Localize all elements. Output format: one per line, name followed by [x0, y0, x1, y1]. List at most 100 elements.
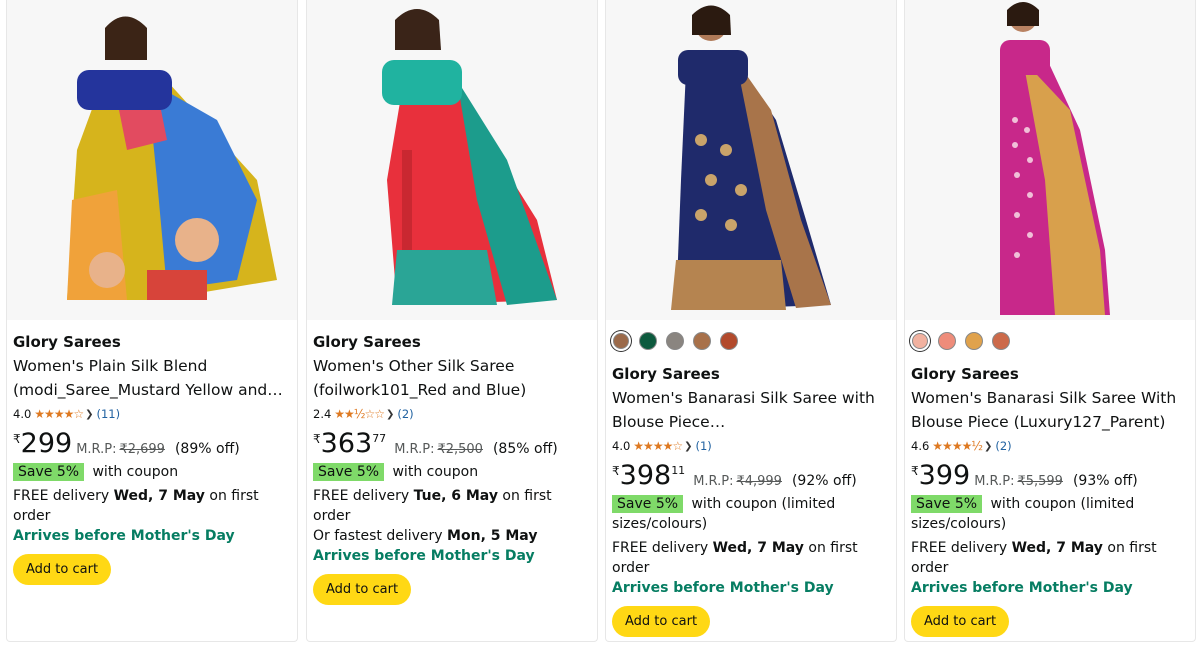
- coupon-badge: Save 5%: [313, 463, 385, 481]
- review-count-link[interactable]: (1): [695, 439, 711, 453]
- chevron-down-icon[interactable]: ❯: [85, 409, 93, 420]
- coupon-text-cont: sizes/colours): [612, 516, 708, 532]
- coupon-badge: Save 5%: [911, 495, 983, 513]
- delivery-date: Wed, 7 May: [712, 540, 804, 556]
- rating-row[interactable]: 2.4 ★★½☆☆ ❯ (2): [313, 404, 591, 424]
- delivery-info: FREE delivery Wed, 7 May on first order: [13, 486, 291, 526]
- arrives-note: Arrives before Mother's Day: [612, 580, 834, 596]
- product-title[interactable]: Women's Banarasi Silk Saree with Blouse …: [612, 386, 890, 434]
- chevron-down-icon[interactable]: ❯: [684, 441, 692, 452]
- coupon-text: with coupon: [92, 464, 179, 480]
- currency-symbol: ₹: [13, 432, 21, 446]
- coupon-text: with coupon (limited: [990, 496, 1135, 512]
- coupon: Save 5% with coupon: [13, 462, 291, 482]
- rating-value: 4.6: [911, 439, 930, 453]
- color-swatch[interactable]: [613, 333, 629, 349]
- mrp-label: M.R.P:: [394, 442, 435, 457]
- product-image[interactable]: [7, 0, 297, 320]
- mrp: M.R.P: ₹4,999: [693, 474, 782, 489]
- product-card: Glory Sarees Women's Other Silk Saree (f…: [306, 0, 598, 642]
- price-row[interactable]: ₹ 299 M.R.P: ₹2,699 (89% off): [13, 430, 291, 460]
- color-swatch[interactable]: [938, 332, 956, 350]
- mrp: M.R.P: ₹2,500: [394, 442, 483, 457]
- rating-value: 2.4: [313, 407, 332, 421]
- add-to-cart-button[interactable]: Add to cart: [612, 606, 711, 637]
- fastest-prefix: Or fastest delivery: [313, 528, 448, 544]
- product-brand: Glory Sarees: [313, 333, 421, 351]
- arrives-note: Arrives before Mother's Day: [313, 548, 535, 564]
- delivery-prefix: FREE delivery: [313, 488, 414, 504]
- discount: (89% off): [174, 441, 240, 457]
- delivery-prefix: FREE delivery: [13, 488, 114, 504]
- review-count-link[interactable]: (2): [995, 439, 1011, 453]
- rating-row[interactable]: 4.0 ★★★★☆ ❯ (11): [13, 404, 291, 424]
- star-rating-icon[interactable]: ★★★★½: [932, 439, 983, 453]
- discount: (85% off): [492, 441, 558, 457]
- review-count-link[interactable]: (11): [96, 407, 120, 421]
- product-card: Glory Sarees Women's Banarasi Silk Saree…: [904, 0, 1196, 642]
- rating-row[interactable]: 4.6 ★★★★½ ❯ (2): [911, 436, 1189, 456]
- product-image[interactable]: [606, 0, 896, 320]
- add-to-cart-button[interactable]: Add to cart: [13, 554, 112, 585]
- delivery-prefix: FREE delivery: [911, 540, 1012, 556]
- add-to-cart-button[interactable]: Add to cart: [911, 606, 1010, 637]
- discount: (93% off): [1072, 473, 1138, 489]
- coupon: Save 5% with coupon: [313, 462, 591, 482]
- color-swatch[interactable]: [720, 332, 738, 350]
- color-swatch[interactable]: [666, 332, 684, 350]
- chevron-down-icon[interactable]: ❯: [386, 409, 394, 420]
- product-title[interactable]: Women's Other Silk Saree (foilwork101_Re…: [313, 354, 591, 402]
- currency-symbol: ₹: [612, 464, 620, 478]
- review-count-link[interactable]: (2): [397, 407, 413, 421]
- mrp: M.R.P: ₹2,699: [76, 442, 165, 457]
- product-card: Glory Sarees Women's Banarasi Silk Saree…: [605, 0, 897, 642]
- color-swatch[interactable]: [912, 333, 928, 349]
- price-row[interactable]: ₹ 398 11 M.R.P: ₹4,999 (92% off): [612, 462, 890, 492]
- product-title-line[interactable]: Women's Banarasi Silk Saree with: [612, 386, 890, 410]
- price-row[interactable]: ₹ 363 77 M.R.P: ₹2,500 (85% off): [313, 430, 591, 460]
- price-row[interactable]: ₹ 399 M.R.P: ₹5,599 (93% off): [911, 462, 1189, 492]
- mrp-label: M.R.P:: [974, 474, 1015, 489]
- star-rating-icon[interactable]: ★★½☆☆: [334, 407, 385, 421]
- coupon-text: with coupon (limited: [691, 496, 836, 512]
- delivery-info: FREE delivery Wed, 7 May on first order: [911, 538, 1189, 578]
- product-title-line[interactable]: Women's Other Silk Saree: [313, 354, 591, 378]
- chevron-down-icon[interactable]: ❯: [984, 441, 992, 452]
- product-title[interactable]: Women's Banarasi Silk Saree With Blouse …: [911, 386, 1189, 434]
- product-image[interactable]: [307, 0, 597, 320]
- star-rating-icon[interactable]: ★★★★☆: [633, 439, 683, 453]
- product-title-line[interactable]: Women's Banarasi Silk Saree With: [911, 386, 1189, 410]
- coupon-text: with coupon: [392, 464, 479, 480]
- product-title-line[interactable]: Women's Plain Silk Blend: [13, 354, 291, 378]
- color-swatch[interactable]: [639, 332, 657, 350]
- product-title-line[interactable]: Blouse Piece (Luxury127_Parent): [911, 410, 1189, 434]
- mrp: M.R.P: ₹5,599: [974, 474, 1063, 489]
- mrp-value: ₹2,699: [119, 442, 165, 457]
- color-swatch[interactable]: [693, 332, 711, 350]
- product-title-line[interactable]: (modi_Saree_Mustard Yellow and…: [13, 378, 291, 402]
- delivery-date: Wed, 7 May: [113, 488, 205, 504]
- product-title-line[interactable]: (foilwork101_Red and Blue): [313, 378, 591, 402]
- product-brand: Glory Sarees: [911, 365, 1019, 383]
- product-image[interactable]: [905, 0, 1195, 320]
- price-whole: 363: [320, 428, 373, 459]
- currency-symbol: ₹: [911, 464, 919, 478]
- mrp-label: M.R.P:: [693, 474, 734, 489]
- star-rating-icon[interactable]: ★★★★☆: [34, 407, 84, 421]
- fastest-delivery-info: Or fastest delivery Mon, 5 May: [313, 526, 591, 546]
- color-swatches: [612, 330, 890, 352]
- currency-symbol: ₹: [313, 432, 321, 446]
- color-swatch[interactable]: [965, 332, 983, 350]
- product-card: Glory Sarees Women's Plain Silk Blend (m…: [6, 0, 298, 642]
- product-title[interactable]: Women's Plain Silk Blend (modi_Saree_Mus…: [13, 354, 291, 402]
- add-to-cart-button[interactable]: Add to cart: [313, 574, 412, 605]
- coupon: Save 5% with coupon (limited sizes/colou…: [911, 494, 1189, 534]
- product-title-line[interactable]: Blouse Piece…: [612, 410, 890, 434]
- arrives-note: Arrives before Mother's Day: [13, 528, 235, 544]
- price-whole: 399: [918, 460, 971, 491]
- rating-row[interactable]: 4.0 ★★★★☆ ❯ (1): [612, 436, 890, 456]
- color-swatch[interactable]: [992, 332, 1010, 350]
- color-swatches: [911, 330, 1189, 352]
- arrives-note: Arrives before Mother's Day: [911, 580, 1133, 596]
- product-brand: Glory Sarees: [612, 365, 720, 383]
